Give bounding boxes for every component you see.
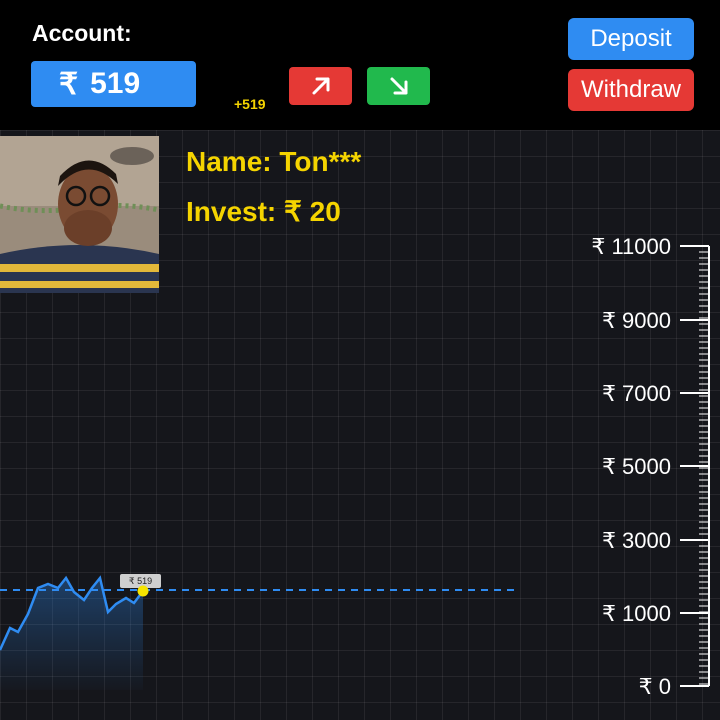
y-axis-label: ₹ 9000 bbox=[602, 308, 671, 333]
price-area-fill bbox=[0, 578, 143, 690]
price-axis-labels: ₹ 11000 ₹ 9000 ₹ 7000 ₹ 5000 ₹ 3000 ₹ 1000 ₹ 0 bbox=[591, 234, 709, 699]
current-price-tag-label: ₹ 519 bbox=[129, 576, 152, 586]
y-axis-label: ₹ 5000 bbox=[602, 454, 671, 479]
y-axis-label: ₹ 3000 bbox=[602, 528, 671, 553]
price-chart: ₹ 519 ₹ 11000₹ 9000₹ 7000₹ 5000₹ 3000₹ 1… bbox=[0, 234, 710, 699]
y-axis-label: ₹ 0 bbox=[639, 674, 671, 699]
y-axis-label: ₹ 11000 bbox=[591, 234, 671, 259]
y-axis-label: ₹ 1000 bbox=[602, 601, 671, 626]
current-price-dot bbox=[137, 585, 149, 597]
y-axis-label: ₹ 7000 bbox=[602, 381, 671, 406]
